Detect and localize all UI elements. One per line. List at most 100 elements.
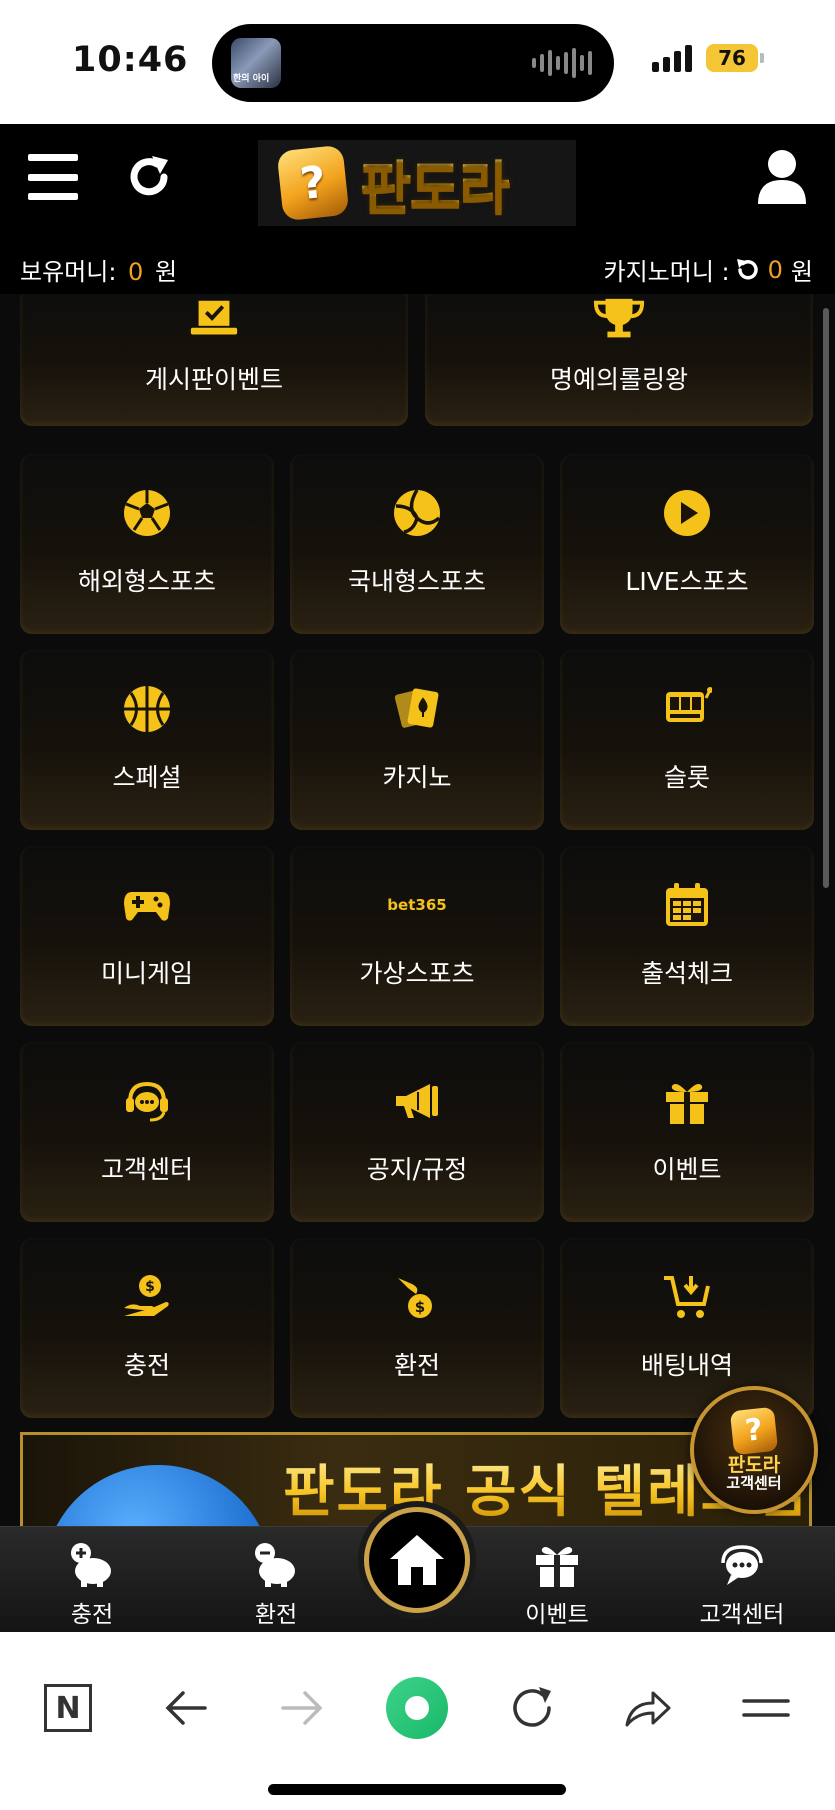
chat-bubble-icon <box>717 1541 767 1589</box>
browser-menu-button[interactable] <box>738 1680 794 1736</box>
held-money-value: 0 <box>128 258 144 286</box>
svg-text:$: $ <box>145 1279 155 1295</box>
menu-tile-label: 명예의롤링왕 <box>549 365 688 394</box>
casino-money-label: 카지노머니 : <box>603 258 730 286</box>
menu-tile-mini-game[interactable]: 미니게임 <box>20 846 274 1026</box>
logo-question-badge: ? <box>276 144 350 222</box>
menu-tile-label: 충전 <box>123 1351 170 1380</box>
nav-deposit[interactable]: 충전 <box>22 1527 162 1632</box>
back-button[interactable] <box>158 1680 214 1736</box>
menu-lines-icon <box>742 1699 790 1717</box>
share-button[interactable] <box>620 1680 676 1736</box>
float-question-badge: ? <box>729 1406 779 1455</box>
share-arrow-icon <box>625 1691 671 1727</box>
menu-tile-label: 배팅내역 <box>640 1351 733 1380</box>
menu-tile-customer-center[interactable]: 고객센터 <box>20 1042 274 1222</box>
menu-tile-label: 해외형스포츠 <box>77 567 216 596</box>
menu-tile-label: 카지노 <box>382 763 452 792</box>
bet365-logo-text: bet365 <box>387 896 447 914</box>
menu-tile-label: 출석체크 <box>640 959 733 988</box>
menu-tile-event[interactable]: 이벤트 <box>560 1042 814 1222</box>
menu-tile-slot[interactable]: 슬롯 <box>560 650 814 830</box>
held-money: 보유머니: 0 원 <box>20 252 177 287</box>
piggy-plus-icon <box>67 1541 117 1589</box>
soccer-ball-icon <box>120 486 174 540</box>
hand-coin-icon: $ <box>120 1270 174 1324</box>
telegram-logo-icon <box>43 1465 273 1526</box>
menu-tile-live-sports[interactable]: LIVE스포츠 <box>560 454 814 634</box>
gift-icon <box>660 1074 714 1128</box>
nav-event[interactable]: 이벤트 <box>487 1527 627 1632</box>
logo-text: 판도라 <box>360 143 511 224</box>
trophy-icon <box>592 294 646 348</box>
menu-tile-notice[interactable]: 공지/규정 <box>290 1042 544 1222</box>
held-money-label: 보유머니: <box>20 258 117 286</box>
now-playing-thumbnail: 한의 아이 <box>231 38 281 88</box>
nav-label: 환전 <box>254 1602 298 1628</box>
menu-tile-label: 이벤트 <box>652 1155 722 1184</box>
arrow-right-icon <box>281 1691 323 1725</box>
reload-icon <box>513 1687 551 1727</box>
menu-icon[interactable] <box>28 154 78 200</box>
status-bar: 10:46 한의 아이 76 <box>0 0 835 124</box>
money-row: 보유머니: 0 원 카지노머니 : 0 원 <box>0 242 835 288</box>
volleyball-icon <box>390 486 444 540</box>
coin-out-icon: $ <box>390 1270 444 1324</box>
menu-tile-label: 환전 <box>393 1351 440 1380</box>
menu-tile-withdraw[interactable]: $ 환전 <box>290 1238 544 1418</box>
green-dot-icon <box>386 1677 448 1739</box>
bet365-icon: bet365 <box>377 878 457 932</box>
float-cs-subtitle: 고객센터 <box>726 1473 782 1492</box>
menu-tile-board-event[interactable]: 게시판이벤트 <box>20 294 408 426</box>
menu-tile-attendance[interactable]: 출석체크 <box>560 846 814 1026</box>
menu-tile-overseas-sports[interactable]: 해외형스포츠 <box>20 454 274 634</box>
nav-customer-center[interactable]: 고객센터 <box>672 1527 812 1632</box>
menu-tile-label: 미니게임 <box>100 959 193 988</box>
now-playing-thumb-text: 한의 아이 <box>233 74 270 84</box>
menu-tile-virtual-sports[interactable]: bet365 가상스포츠 <box>290 846 544 1026</box>
nav-label: 이벤트 <box>525 1602 589 1628</box>
menu-scrollbar[interactable] <box>823 308 829 888</box>
home-icon <box>390 1535 444 1585</box>
forward-button[interactable] <box>274 1680 330 1736</box>
menu-tile-label: 고객센터 <box>100 1155 193 1184</box>
battery-icon: 76 <box>706 44 764 72</box>
menu-tile-deposit[interactable]: $ 충전 <box>20 1238 274 1418</box>
naver-logo: N <box>44 1684 92 1732</box>
casino-money-refresh-icon[interactable] <box>734 257 760 283</box>
naver-home-button[interactable]: N <box>40 1680 96 1736</box>
menu-tile-casino[interactable]: 카지노 <box>290 650 544 830</box>
user-icon[interactable] <box>752 146 812 206</box>
board-check-icon <box>187 294 241 348</box>
home-button[interactable] <box>364 1507 470 1613</box>
dynamic-island[interactable]: 한의 아이 <box>212 24 614 102</box>
held-money-unit: 원 <box>154 258 178 286</box>
menu-tile-domestic-sports[interactable]: 국내형스포츠 <box>290 454 544 634</box>
play-circle-icon <box>660 486 714 540</box>
refresh-icon[interactable] <box>124 152 174 202</box>
cart-icon <box>660 1270 714 1324</box>
status-time: 10:46 <box>72 40 189 80</box>
floating-customer-center-button[interactable]: ? 판도라 고객센터 <box>690 1386 818 1514</box>
menu-tile-label: 가상스포츠 <box>359 959 475 988</box>
app-header: ? 판도라 보유머니: 0 원 카지노머니 : 0 원 <box>0 124 835 294</box>
reload-button[interactable] <box>504 1680 560 1736</box>
menu-tile-label: LIVE스포츠 <box>625 567 749 596</box>
cellular-signal-icon <box>652 44 692 72</box>
site-logo[interactable]: ? 판도라 <box>258 140 576 226</box>
nav-withdraw[interactable]: 환전 <box>206 1527 346 1632</box>
gift-icon <box>532 1541 582 1589</box>
menu-grid: 게시판이벤트 명예의롤링왕 해외형스포츠 국내형스포츠 LIVE스포츠 스페셜 … <box>0 294 835 1526</box>
menu-tile-label: 공지/규정 <box>366 1155 468 1184</box>
playing-cards-icon <box>390 682 444 736</box>
megaphone-icon <box>390 1074 444 1128</box>
menu-tile-special[interactable]: 스페셜 <box>20 650 274 830</box>
basketball-icon <box>120 682 174 736</box>
arrow-left-icon <box>165 1691 207 1725</box>
menu-tile-label: 게시판이벤트 <box>144 365 283 394</box>
naver-green-dot-button[interactable] <box>385 1676 449 1740</box>
casino-money-unit: 원 <box>790 258 813 286</box>
battery-level: 76 <box>718 46 746 70</box>
bottom-nav: 충전 환전 이벤트 고객센터 <box>0 1507 835 1632</box>
menu-tile-rolling-king[interactable]: 명예의롤링왕 <box>425 294 813 426</box>
